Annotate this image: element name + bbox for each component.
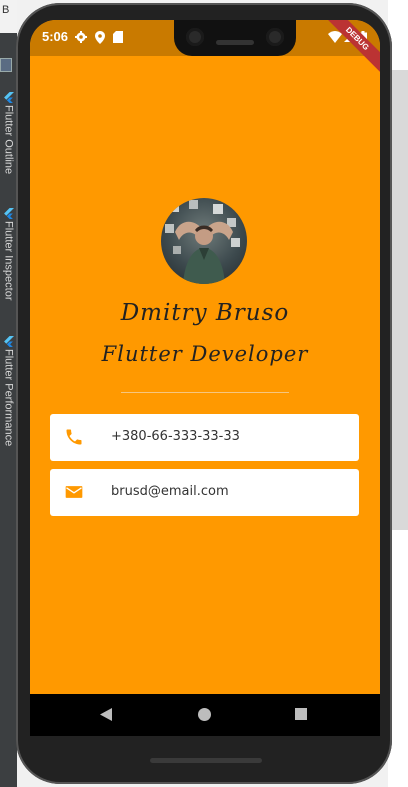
- tab-label: Flutter Performance: [2, 349, 15, 447]
- flutter-icon: [4, 92, 14, 103]
- recents-icon[interactable]: [295, 708, 307, 720]
- tab-flutter-performance[interactable]: Flutter Performance: [0, 336, 17, 446]
- phone-chin: [30, 736, 380, 766]
- ide-side-toolbar: B Flutter Outline Flutter Inspector Flut…: [0, 0, 17, 787]
- phone-card[interactable]: +380-66-333-33-33: [50, 414, 359, 461]
- status-time: 5:06: [42, 29, 69, 44]
- email-icon: [65, 486, 83, 498]
- divider: [121, 392, 289, 393]
- app-screen: 5:06 DEBUG Dmitry Bruso Flutter Develope…: [30, 20, 380, 736]
- settings-icon: [75, 31, 87, 43]
- profile-photo: [165, 200, 240, 284]
- flutter-icon: [4, 208, 14, 219]
- navigation-bar: [30, 694, 380, 736]
- ide-top-area: B: [0, 0, 17, 33]
- wifi-icon: [328, 31, 342, 43]
- email-address: brusd@email.com: [111, 484, 229, 499]
- camera-notch: [174, 20, 296, 56]
- flutter-icon: [4, 336, 14, 347]
- profile-title: Flutter Developer: [101, 342, 309, 366]
- tab-label: Flutter Outline: [2, 105, 15, 175]
- bottom-speaker: [150, 758, 262, 763]
- ide-top-letter: B: [2, 4, 10, 16]
- speaker-grille: [216, 40, 254, 45]
- home-icon[interactable]: [198, 708, 211, 721]
- tab-flutter-outline[interactable]: Flutter Outline: [0, 92, 17, 174]
- avatar[interactable]: [161, 198, 247, 284]
- email-card[interactable]: brusd@email.com: [50, 469, 359, 516]
- location-icon: [95, 31, 105, 44]
- tab-label: Flutter Inspector: [2, 221, 15, 301]
- ide-panel-icon[interactable]: [0, 58, 12, 72]
- profile-name: Dmitry Bruso: [120, 300, 290, 326]
- sim-icon: [113, 31, 123, 43]
- camera-icon: [186, 28, 204, 46]
- back-icon[interactable]: [100, 708, 112, 721]
- tab-flutter-inspector[interactable]: Flutter Inspector: [0, 208, 17, 300]
- camera-icon: [266, 28, 284, 46]
- phone-number: +380-66-333-33-33: [111, 429, 240, 444]
- phone-icon: [66, 429, 82, 445]
